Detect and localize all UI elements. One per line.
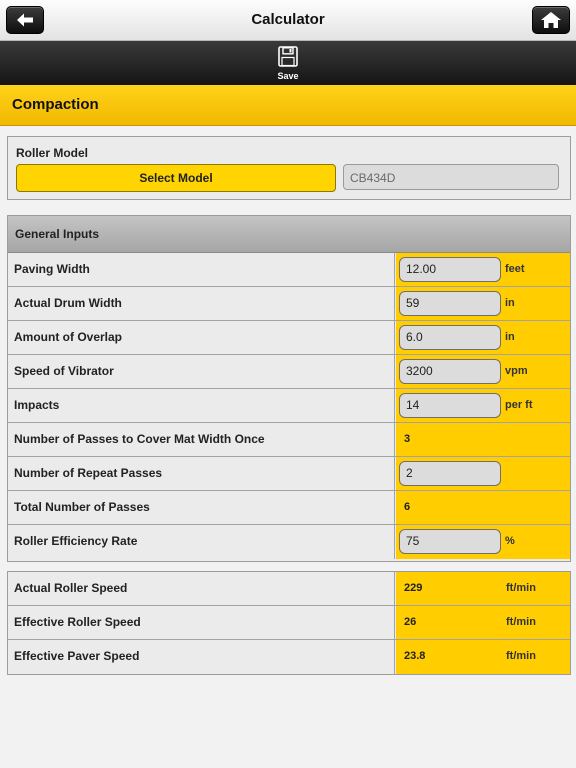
- actual-roller-speed-unit: ft/min: [506, 582, 536, 594]
- total-passes-row: Total Number of Passes 6: [8, 491, 570, 525]
- overlap-unit: in: [505, 331, 515, 343]
- repeat-passes-cell: 2: [396, 457, 570, 490]
- drum-width-input[interactable]: 59: [399, 291, 501, 316]
- efficiency-unit: %: [505, 535, 515, 547]
- action-toolbar: Save: [0, 41, 576, 85]
- vibrator-speed-row: Speed of Vibrator 3200 vpm: [8, 355, 570, 389]
- impacts-cell: 14 per ft: [396, 389, 570, 422]
- effective-paver-speed-unit: ft/min: [506, 650, 536, 662]
- vibrator-speed-cell: 3200 vpm: [396, 355, 570, 388]
- paving-width-unit: feet: [505, 263, 525, 275]
- vibrator-speed-input[interactable]: 3200: [399, 359, 501, 384]
- drum-width-row: Actual Drum Width 59 in: [8, 287, 570, 321]
- paving-width-input[interactable]: 12.00: [399, 257, 501, 282]
- overlap-label: Amount of Overlap: [8, 321, 395, 354]
- overlap-row: Amount of Overlap 6.0 in: [8, 321, 570, 355]
- roller-model-field: CB434D: [343, 164, 559, 190]
- roller-model-label: Roller Model: [16, 146, 89, 160]
- select-model-button[interactable]: Select Model: [16, 164, 336, 192]
- save-button[interactable]: Save: [268, 44, 308, 84]
- efficiency-cell: 75 %: [396, 525, 570, 559]
- total-passes-cell: 6: [396, 491, 570, 524]
- efficiency-input[interactable]: 75: [399, 529, 501, 554]
- section-title: Compaction: [12, 96, 99, 113]
- general-inputs-panel: General Inputs Paving Width 12.00 feet A…: [7, 215, 571, 562]
- passes-cover-label: Number of Passes to Cover Mat Width Once: [8, 423, 395, 456]
- actual-roller-speed-cell: 229 ft/min: [396, 572, 570, 605]
- repeat-passes-label: Number of Repeat Passes: [8, 457, 395, 490]
- roller-model-panel: Roller Model Select Model CB434D: [7, 136, 571, 200]
- paving-width-label: Paving Width: [8, 253, 395, 286]
- vibrator-speed-label: Speed of Vibrator: [8, 355, 395, 388]
- efficiency-label: Roller Efficiency Rate: [8, 525, 395, 559]
- general-inputs-header: General Inputs: [8, 216, 570, 253]
- general-inputs-title: General Inputs: [15, 227, 100, 241]
- drum-width-cell: 59 in: [396, 287, 570, 320]
- effective-paver-speed-cell: 23.8 ft/min: [396, 640, 570, 674]
- vibrator-speed-unit: vpm: [505, 365, 528, 377]
- actual-roller-speed-value: 229: [404, 582, 423, 594]
- effective-roller-speed-unit: ft/min: [506, 616, 536, 628]
- paving-width-cell: 12.00 feet: [396, 253, 570, 286]
- effective-roller-speed-value: 26: [404, 616, 417, 628]
- repeat-passes-input[interactable]: 2: [399, 461, 501, 486]
- effective-roller-speed-cell: 26 ft/min: [396, 606, 570, 639]
- total-passes-label: Total Number of Passes: [8, 491, 395, 524]
- home-button[interactable]: [532, 6, 570, 34]
- impacts-label: Impacts: [8, 389, 395, 422]
- section-header: Compaction: [0, 85, 576, 126]
- impacts-unit: per ft: [505, 399, 533, 411]
- overlap-input[interactable]: 6.0: [399, 325, 501, 350]
- efficiency-row: Roller Efficiency Rate 75 %: [8, 525, 570, 559]
- drum-width-label: Actual Drum Width: [8, 287, 395, 320]
- home-icon: [541, 12, 561, 28]
- effective-paver-speed-label: Effective Paver Speed: [8, 640, 395, 674]
- results-panel: Actual Roller Speed 229 ft/min Effective…: [7, 571, 571, 675]
- impacts-input[interactable]: 14: [399, 393, 501, 418]
- drum-width-unit: in: [505, 297, 515, 309]
- save-label: Save: [277, 71, 299, 81]
- passes-cover-value: 3: [404, 433, 411, 445]
- floppy-disk-icon: [278, 46, 298, 67]
- impacts-row: Impacts 14 per ft: [8, 389, 570, 423]
- paving-width-row: Paving Width 12.00 feet: [8, 253, 570, 287]
- effective-paver-speed-value: 23.8: [404, 650, 426, 662]
- repeat-passes-row: Number of Repeat Passes 2: [8, 457, 570, 491]
- overlap-cell: 6.0 in: [396, 321, 570, 354]
- passes-cover-cell: 3: [396, 423, 570, 456]
- passes-cover-row: Number of Passes to Cover Mat Width Once…: [8, 423, 570, 457]
- top-navigation-bar: Calculator: [0, 0, 576, 41]
- effective-roller-speed-row: Effective Roller Speed 26 ft/min: [8, 606, 570, 640]
- effective-roller-speed-label: Effective Roller Speed: [8, 606, 395, 639]
- actual-roller-speed-row: Actual Roller Speed 229 ft/min: [8, 572, 570, 606]
- page-title: Calculator: [251, 11, 325, 28]
- actual-roller-speed-label: Actual Roller Speed: [8, 572, 395, 605]
- total-passes-value: 6: [404, 501, 411, 513]
- effective-paver-speed-row: Effective Paver Speed 23.8 ft/min: [8, 640, 570, 674]
